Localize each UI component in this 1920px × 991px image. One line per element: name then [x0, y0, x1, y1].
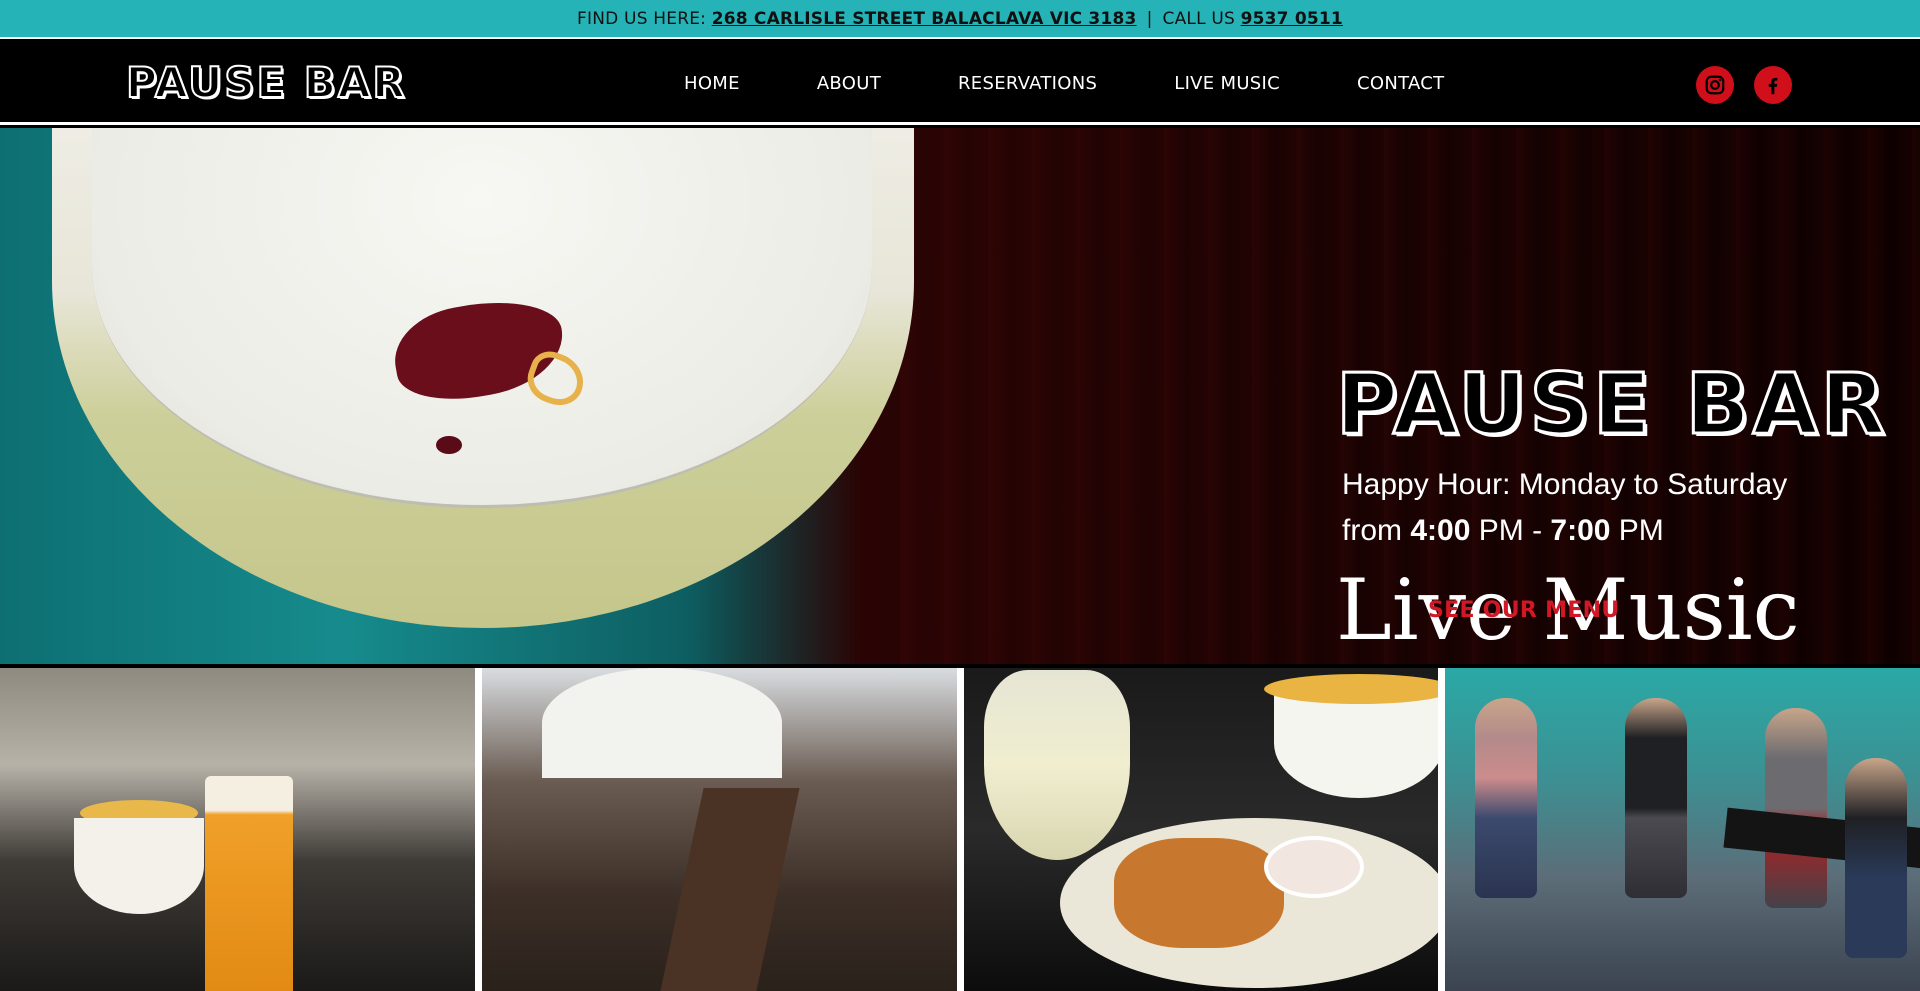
- top-info-bar: FIND US HERE: 268 CARLISLE STREET BALACL…: [0, 0, 1920, 39]
- live-band-photo[interactable]: [1445, 668, 1920, 991]
- happy-hour-line2: from 4:00 PM - 7:00 PM: [1342, 514, 1664, 547]
- beer-pint: [205, 776, 293, 991]
- fried-food: [1113, 838, 1284, 948]
- keyboardist: [1845, 758, 1908, 958]
- nav-live-music[interactable]: LIVE MUSIC: [1174, 73, 1280, 94]
- arched-doorway: [541, 668, 782, 778]
- nav-contact[interactable]: CONTACT: [1357, 73, 1444, 94]
- facebook-icon[interactable]: [1754, 66, 1792, 104]
- nav-reservations[interactable]: RESERVATIONS: [958, 73, 1097, 94]
- guitarist: [1475, 698, 1538, 898]
- hero-banner: PAUSE BAR Happy Hour: Monday to Saturday…: [0, 128, 1920, 664]
- site-header: PAUSE BAR HOME ABOUT RESERVATIONS LIVE M…: [0, 41, 1920, 125]
- happy-hour-end: 7:00: [1550, 514, 1611, 547]
- wine-glass: [983, 670, 1130, 860]
- photo-gallery: [0, 668, 1920, 991]
- call-us-label: CALL US: [1162, 8, 1235, 29]
- chips-bowl: [74, 818, 204, 914]
- address-link[interactable]: 268 CARLISLE STREET BALACLAVA VIC 3183: [712, 9, 1137, 29]
- chips-bowl: [1273, 688, 1439, 798]
- social-links: [1696, 66, 1792, 104]
- bar-counter: [660, 788, 800, 991]
- hero-title: PAUSE BAR: [1335, 355, 1889, 453]
- bar-crowd-photo[interactable]: [481, 668, 957, 991]
- instagram-icon[interactable]: [1696, 66, 1734, 104]
- beer-and-chips-photo[interactable]: [0, 668, 475, 991]
- happy-hour-line1: Happy Hour: Monday to Saturday: [1342, 468, 1788, 501]
- site-logo[interactable]: PAUSE BAR: [125, 60, 407, 106]
- wine-and-food-photo[interactable]: [963, 668, 1439, 991]
- happy-hour-text: Happy Hour: Monday to Saturday from 4:00…: [1342, 462, 1862, 554]
- find-us-label: FIND US HERE:: [577, 8, 707, 29]
- saxophonist: [1625, 698, 1688, 898]
- dipping-sauce: [1263, 836, 1364, 898]
- separator: |: [1146, 8, 1153, 29]
- bassist: [1765, 708, 1828, 908]
- main-nav: HOME ABOUT RESERVATIONS LIVE MUSIC CONTA…: [684, 41, 1444, 125]
- phone-link[interactable]: 9537 0511: [1241, 9, 1343, 29]
- see-menu-button[interactable]: SEE OUR MENU: [1428, 598, 1620, 623]
- nav-home[interactable]: HOME: [684, 73, 740, 94]
- happy-hour-start: 4:00: [1410, 514, 1471, 547]
- petal-fragment: [436, 436, 462, 454]
- nav-about[interactable]: ABOUT: [817, 73, 881, 94]
